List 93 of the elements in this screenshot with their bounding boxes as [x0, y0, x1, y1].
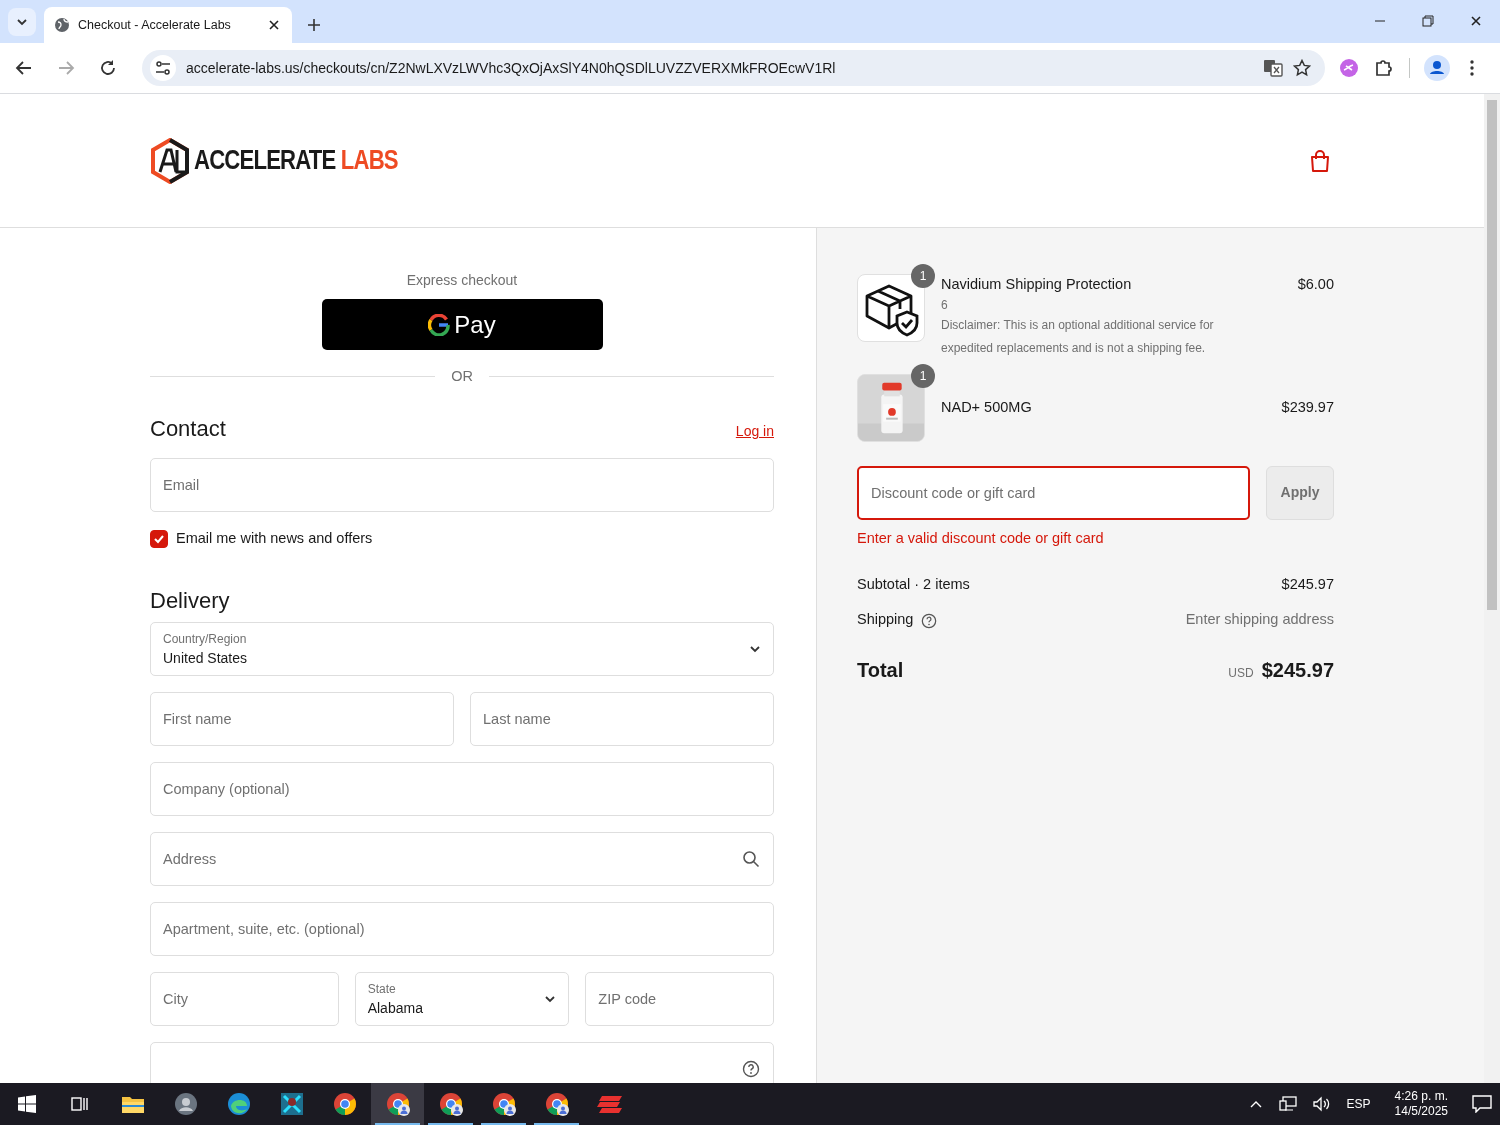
input-field[interactable]: First name [150, 692, 454, 747]
tab-list-button[interactable] [8, 8, 36, 36]
login-link[interactable]: Log in [735, 421, 774, 443]
product-price: $239.97 [1281, 397, 1334, 417]
plus-icon [307, 18, 321, 32]
extensions-button[interactable] [1373, 57, 1395, 79]
notifications-icon[interactable] [1472, 1095, 1492, 1113]
sliders-icon [154, 59, 172, 77]
app-icon [385, 1092, 410, 1116]
subtotal-label: Subtotal · 2 items [857, 574, 970, 594]
checkbox[interactable] [150, 530, 168, 548]
puzzle-piece-icon [1374, 58, 1394, 78]
section-label: Express checkout [405, 271, 519, 290]
app-icon [332, 1092, 357, 1116]
bookmark-star-icon[interactable] [1293, 59, 1311, 77]
close-icon [268, 19, 280, 31]
error-message: Enter a valid discount code or gift card [857, 528, 1105, 548]
address-bar[interactable]: accelerate-labs.us/checkouts/cn/Z2NwLXVzLWVhc3QxOjAxSlY4N0hQSDlLUVZZVERXMkFROEcwV1Rl [142, 50, 1325, 86]
input-field[interactable]: Company (optional) [150, 762, 774, 817]
browser-tab[interactable]: Checkout - Accelerate Labs [44, 7, 292, 43]
app-icon [438, 1092, 463, 1116]
currency-code: USD [1228, 665, 1254, 682]
logo-icon [150, 137, 190, 184]
app-icon [69, 1094, 90, 1114]
globe-icon [54, 17, 70, 33]
input-field[interactable] [150, 1042, 774, 1083]
product-variant: 6 [941, 296, 949, 314]
input-field[interactable]: ZIP code [585, 972, 774, 1027]
app-icon [595, 1093, 624, 1115]
taskbar-app-icon[interactable] [371, 1083, 424, 1125]
logo-text: ACCELERATE LABS [194, 144, 398, 178]
input-field[interactable]: Address [150, 832, 774, 887]
product-name: Navidium Shipping Protection [941, 275, 1133, 294]
person-icon [1424, 55, 1450, 81]
product-price: $6.00 [1297, 275, 1334, 294]
or-divider-text: OR [451, 367, 473, 386]
field-value: Alabama [367, 998, 424, 1018]
scrollbar[interactable] [1484, 94, 1500, 1083]
site-settings-button[interactable] [150, 55, 176, 81]
extension-icon[interactable] [1339, 58, 1359, 78]
product-name: NAD+ 500MG [941, 397, 1033, 417]
back-arrow-icon [15, 59, 33, 77]
select-field[interactable]: State Alabama [354, 972, 570, 1027]
app-icon [491, 1092, 516, 1116]
input-field[interactable]: Last name [470, 692, 774, 747]
app-icon [544, 1092, 569, 1116]
language-indicator[interactable]: ESP [1346, 1095, 1371, 1113]
shipping-label: Shipping [857, 610, 914, 630]
quantity-badge: 1 [911, 264, 935, 288]
field-label: State [367, 980, 397, 998]
input-field[interactable]: Apartment, suite, etc. (optional) [150, 902, 774, 957]
bag-icon [1309, 148, 1331, 173]
shipping-value: Enter shipping address [1185, 610, 1334, 630]
reload-icon [99, 59, 117, 77]
cart-bag-icon[interactable] [1308, 148, 1332, 173]
section-heading: Contact [150, 415, 226, 443]
app-icon [279, 1092, 304, 1116]
check-icon [153, 533, 165, 545]
apply-button[interactable]: Apply [1266, 465, 1334, 520]
close-icon [1470, 15, 1482, 27]
menu-icon [1469, 59, 1475, 77]
input-field[interactable]: Email [150, 458, 774, 513]
help-icon[interactable] [921, 612, 938, 629]
product-note: Disclaimer: This is an optional additional service for expedited replacements and is not a shipping fee. [941, 316, 1215, 357]
app-icon [120, 1094, 145, 1114]
checkbox-label: Email me with news and offers [176, 529, 373, 549]
google-g-icon [428, 313, 451, 336]
total-value: $245.97 [1261, 658, 1334, 683]
search-icon [742, 850, 760, 869]
network-icon[interactable] [1278, 1096, 1297, 1112]
quantity-badge: 1 [911, 363, 935, 388]
field-label: Country/Region [163, 630, 248, 648]
section-heading: Delivery [150, 587, 231, 615]
subtotal-value: $245.97 [1281, 574, 1334, 594]
input-field[interactable]: City [150, 972, 339, 1027]
translate-icon[interactable] [1263, 58, 1283, 78]
tab-title: Checkout - Accelerate Labs [78, 16, 232, 34]
restore-icon [1422, 15, 1434, 27]
google-pay-button[interactable]: Pay [321, 299, 603, 350]
total-label: Total [857, 658, 904, 683]
clock[interactable]: 4:26 p. m. 14/5/2025 [1386, 1089, 1456, 1119]
chevron-down-icon [16, 16, 28, 28]
discount-field[interactable]: Discount code or gift card [857, 465, 1250, 520]
profile-avatar-icon[interactable] [1424, 55, 1450, 81]
select-field[interactable]: Country/Region United States [150, 622, 774, 677]
forward-arrow-icon [57, 59, 75, 77]
windows-logo-icon [17, 1095, 36, 1113]
url-text: accelerate-labs.us/checkouts/cn/Z2NwLXVzLWVhc3QxOjAxSlY4N0hQSDlLUVZZVERXMkFROEcwV1Rl [186, 58, 837, 78]
field-value: United States [163, 648, 249, 668]
volume-icon[interactable] [1312, 1096, 1331, 1112]
app-icon [226, 1092, 251, 1116]
app-icon [173, 1092, 198, 1116]
help-icon [742, 1060, 760, 1079]
